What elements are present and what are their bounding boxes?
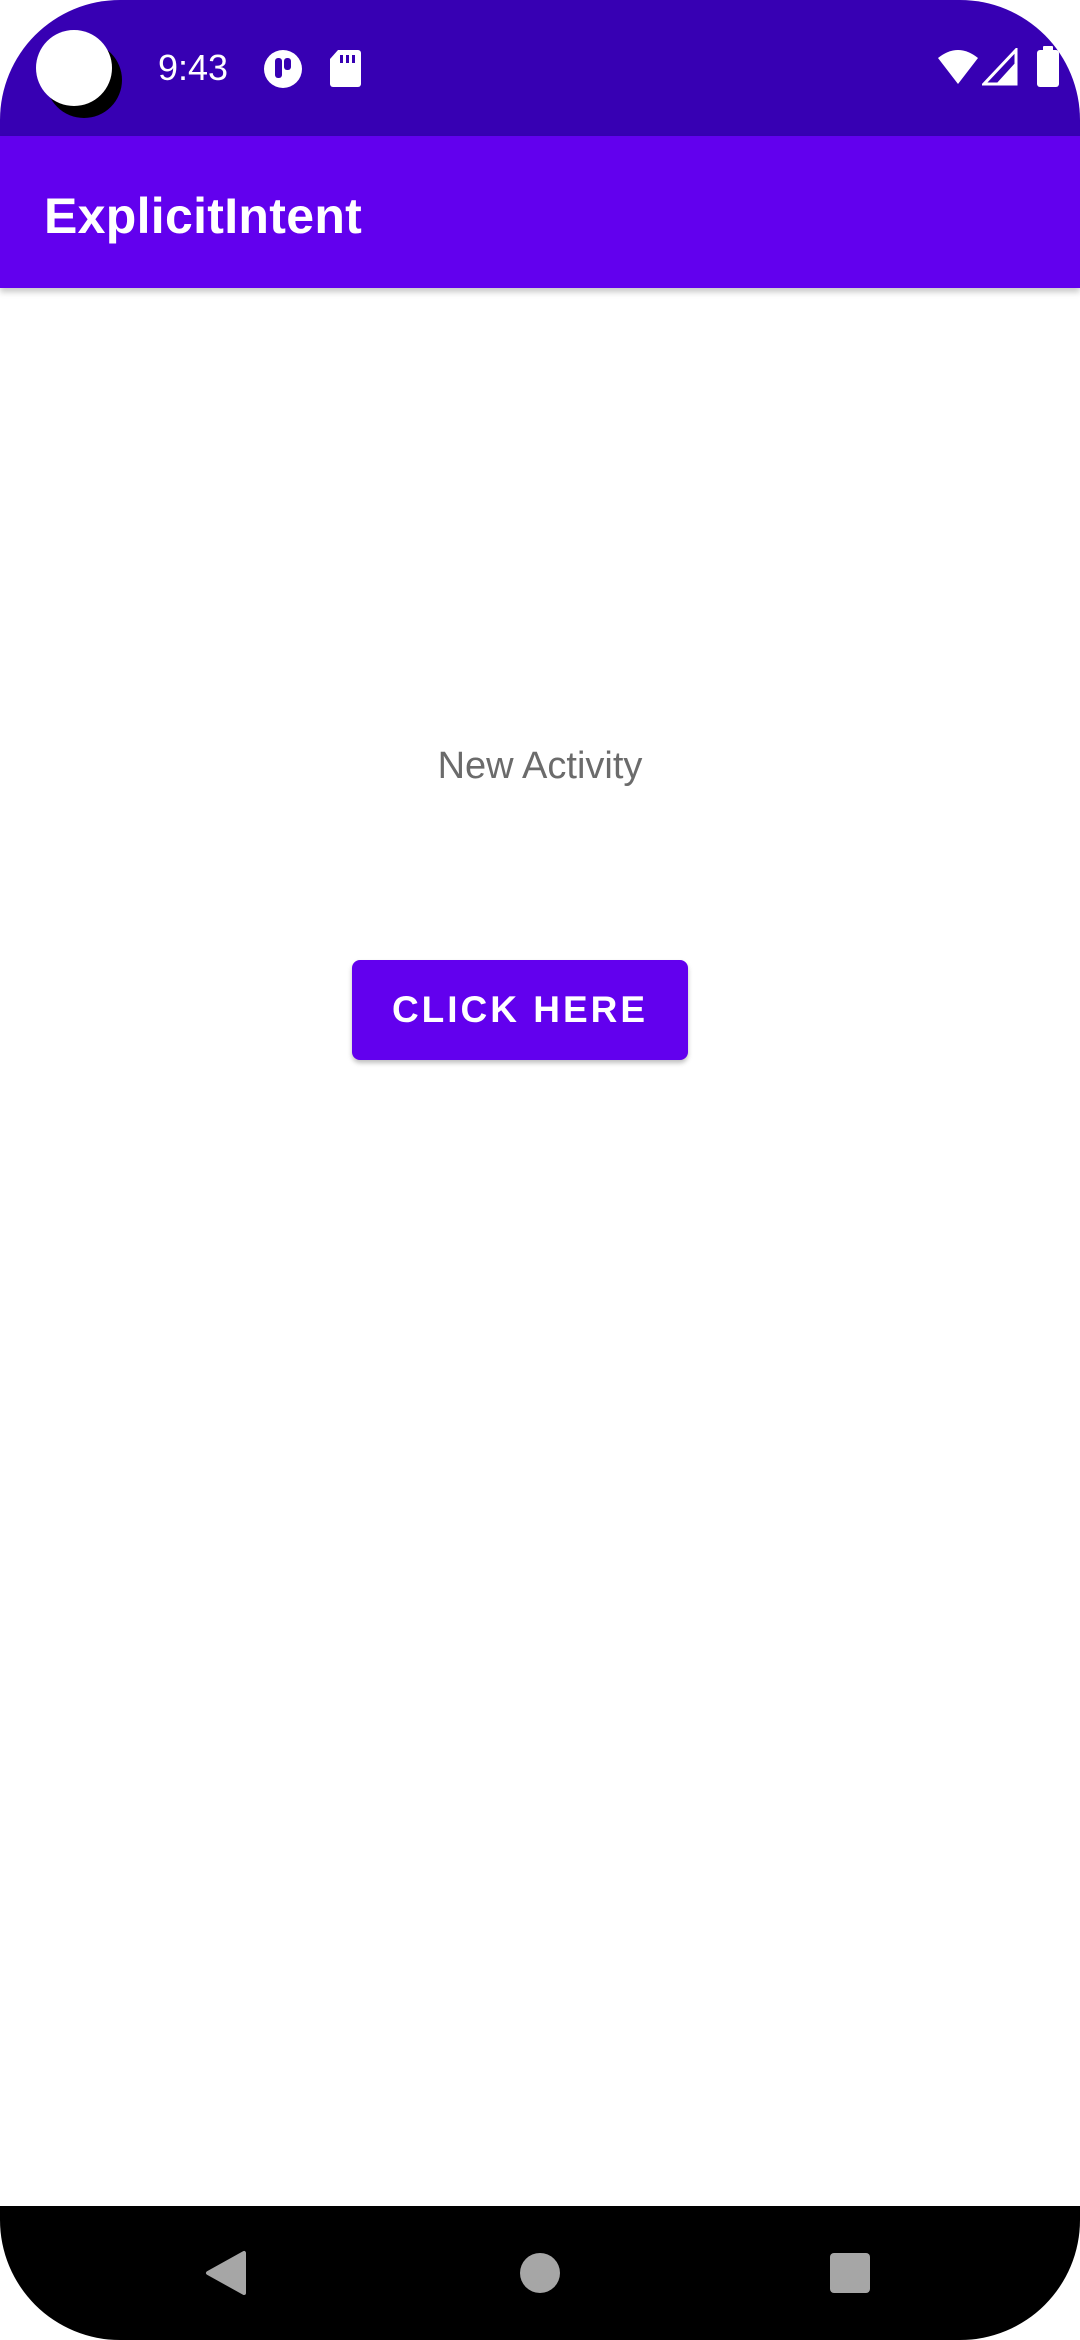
sd-card-icon	[330, 50, 361, 87]
back-button[interactable]	[146, 2206, 306, 2340]
notification-icon	[264, 50, 302, 88]
back-icon	[206, 2251, 246, 2295]
status-bar: 9:43	[0, 0, 1080, 136]
home-icon	[520, 2253, 560, 2293]
home-button[interactable]	[460, 2206, 620, 2340]
app-bar: ExplicitIntent	[0, 136, 1080, 288]
activity-message: New Activity	[437, 745, 643, 787]
wifi-icon	[938, 50, 978, 84]
signal-icon	[982, 48, 1018, 86]
status-time: 9:43	[158, 47, 229, 88]
camera-cutout	[36, 30, 112, 106]
app-title: ExplicitIntent	[44, 188, 363, 244]
navigation-bar	[0, 2206, 1080, 2340]
click-here-button[interactable]: CLICK HERE	[352, 960, 688, 1060]
recents-icon	[830, 2253, 870, 2293]
battery-icon	[1037, 46, 1059, 87]
device-screen: 9:43 ExplicitIntent New Activity CLICK H…	[0, 0, 1080, 2340]
recents-button[interactable]	[770, 2206, 930, 2340]
